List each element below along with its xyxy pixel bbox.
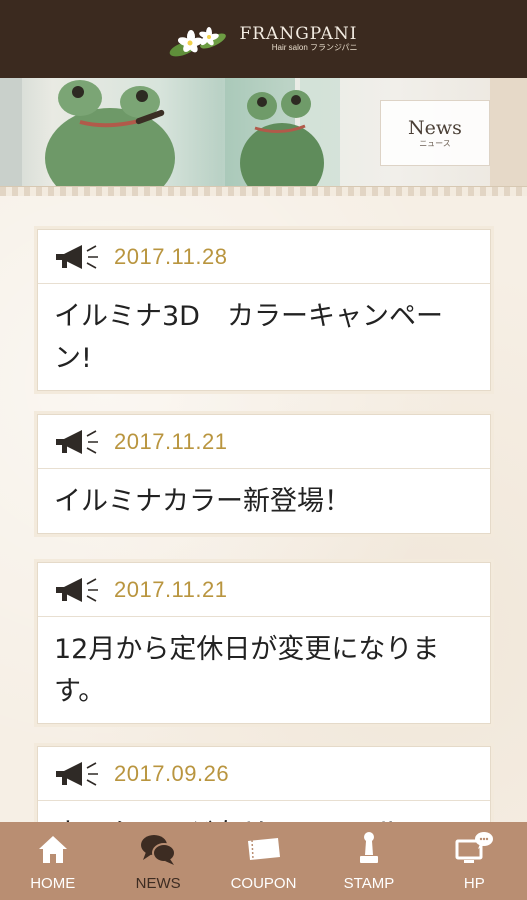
chat-bubbles-icon [141, 835, 177, 865]
news-feed[interactable]: 2017.11.28 イルミナ3D カラーキャンペーン! 2017.11.21 … [0, 196, 527, 822]
tab-news[interactable]: NEWS [105, 822, 210, 900]
news-card-header: 2017.09.26 [38, 747, 490, 801]
app-header: FRANGPANI Hair salon フランジパニ [0, 0, 527, 78]
megaphone-icon [56, 429, 98, 454]
tab-home[interactable]: HOME [0, 822, 105, 900]
news-banner-image: News ニュース [0, 78, 527, 190]
news-label-en: News [408, 117, 462, 139]
tab-stamp[interactable]: STAMP [316, 822, 421, 900]
news-card[interactable]: 2017.11.28 イルミナ3D カラーキャンペーン! [37, 229, 491, 391]
news-card-header: 2017.11.21 [38, 563, 490, 617]
news-title: ホームページをリニューアル [38, 801, 490, 822]
tab-hp-label: HP [463, 875, 485, 892]
news-date: 2017.11.21 [114, 428, 228, 454]
tab-coupon[interactable]: COUPON [211, 822, 316, 900]
tab-coupon-label: COUPON [230, 875, 297, 892]
plumeria-flower-icon [170, 27, 227, 57]
brand-text: FRANGPANI Hair salon フランジパニ [239, 25, 357, 53]
tab-news-label: NEWS [135, 875, 181, 892]
news-page-label: News ニュース [380, 100, 490, 166]
news-card[interactable]: 2017.09.26 ホームページをリニューアル [37, 746, 491, 822]
megaphone-icon [56, 761, 98, 786]
news-title: 12月から定休日が変更になります。 [54, 634, 440, 707]
bottom-tab-bar: HOME NEWS COUPON STAMP HP [0, 822, 527, 900]
news-title: イルミナカラー新登場！ [54, 486, 351, 517]
news-card[interactable]: 2017.11.21 イルミナカラー新登場！ [37, 414, 491, 534]
coupon-ticket-icon [247, 838, 280, 860]
news-title: イルミナ3D カラーキャンペーン! [54, 301, 443, 374]
banner-divider [0, 186, 527, 196]
news-card-header: 2017.11.21 [38, 415, 490, 469]
tab-stamp-label: STAMP [343, 875, 395, 892]
home-icon [38, 836, 67, 863]
news-date: 2017.09.26 [114, 760, 230, 786]
brand-logo-group[interactable]: FRANGPANI Hair salon フランジパニ [169, 19, 358, 59]
brand-name: FRANGPANI [239, 24, 358, 44]
news-label-ja: ニュース [419, 139, 451, 148]
megaphone-icon [56, 577, 98, 602]
tab-hp[interactable]: HP [422, 822, 527, 900]
monitor-chat-icon [455, 832, 494, 863]
brand-subtitle: Hair salon フランジパニ [271, 43, 358, 52]
news-card-header: 2017.11.28 [38, 230, 490, 284]
stamp-icon [359, 832, 378, 863]
megaphone-icon [56, 244, 98, 269]
news-date: 2017.11.21 [114, 576, 228, 602]
news-date: 2017.11.28 [114, 243, 228, 269]
news-card[interactable]: 2017.11.21 12月から定休日が変更になります。 [37, 562, 491, 724]
tab-home-label: HOME [30, 875, 76, 892]
